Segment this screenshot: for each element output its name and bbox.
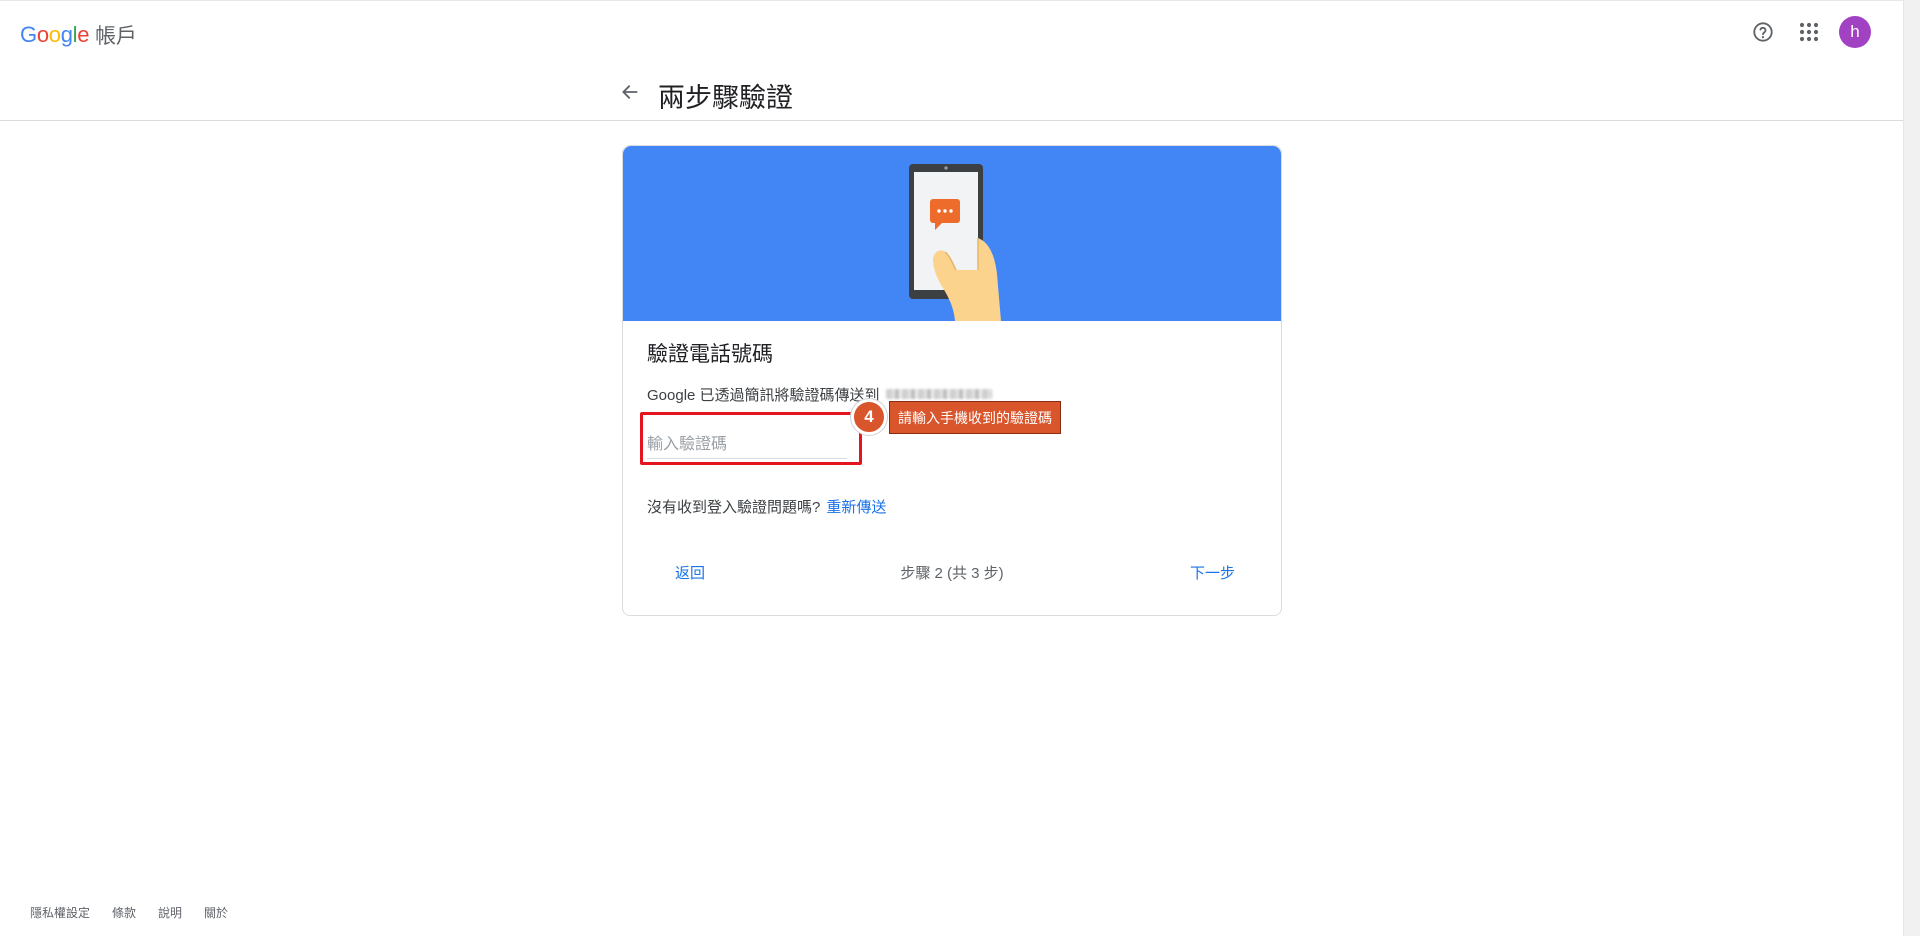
help-button[interactable] [1747, 16, 1779, 48]
help-icon [1753, 22, 1773, 42]
account-avatar[interactable]: h [1839, 16, 1871, 48]
verification-card: 驗證電話號碼 Google 已透過簡訊將驗證碼傳送到 沒有收到登入驗證問題嗎? … [622, 145, 1282, 616]
sms-description-text: Google 已透過簡訊將驗證碼傳送到 [647, 386, 880, 404]
footer-link-terms[interactable]: 條款 [112, 904, 136, 921]
phone-illustration-icon [909, 164, 1001, 321]
logo-letter: G [20, 22, 37, 47]
card-navigation: 返回 步驟 2 (共 3 步) 下一步 [623, 554, 1281, 594]
page: Google 帳戶 h 兩步驟驗證 驗證電話號碼 Google 已透過簡訊將驗證… [0, 0, 1920, 936]
page-title: 兩步驟驗證 [658, 83, 793, 113]
top-bar: Google 帳戶 h [0, 0, 1903, 66]
top-icons: h [1747, 16, 1871, 48]
apps-button[interactable] [1793, 16, 1825, 48]
resend-prompt: 沒有收到登入驗證問題嗎? [647, 498, 821, 516]
resend-row: 沒有收到登入驗證問題嗎? 重新傳送 [647, 495, 1257, 517]
footer-link-privacy[interactable]: 隱私權設定 [30, 904, 90, 921]
title-row: 兩步驟驗證 [0, 66, 1903, 121]
verification-code-input[interactable] [647, 425, 847, 459]
logo-letter: o [48, 22, 61, 47]
arrow-back-icon [622, 85, 638, 99]
resend-link[interactable]: 重新傳送 [826, 496, 886, 517]
page-footer: 隱私權設定 條款 說明 關於 [30, 904, 228, 921]
logo-letter: e [77, 22, 90, 47]
logo-letter: g [60, 22, 73, 47]
footer-link-help[interactable]: 說明 [158, 904, 182, 921]
back-arrow-button[interactable] [618, 80, 642, 104]
product-name: 帳戶 [95, 25, 137, 48]
scrollbar-track[interactable] [1903, 0, 1920, 936]
code-input-wrapper [647, 425, 857, 463]
footer-link-about[interactable]: 關於 [204, 904, 228, 921]
google-account-logo[interactable]: Google 帳戶 [20, 21, 137, 49]
annotation-step-badge: 4 [851, 399, 887, 435]
step-indicator: 步驟 2 (共 3 步) [900, 565, 1004, 582]
next-button[interactable]: 下一步 [1190, 562, 1235, 583]
hero-banner [623, 146, 1281, 321]
redacted-phone-number [885, 389, 992, 399]
apps-icon [1799, 22, 1819, 42]
card-heading: 驗證電話號碼 [647, 343, 773, 366]
logo-letter: o [36, 22, 49, 47]
annotation-label: 請輸入手機收到的驗證碼 [889, 401, 1061, 434]
